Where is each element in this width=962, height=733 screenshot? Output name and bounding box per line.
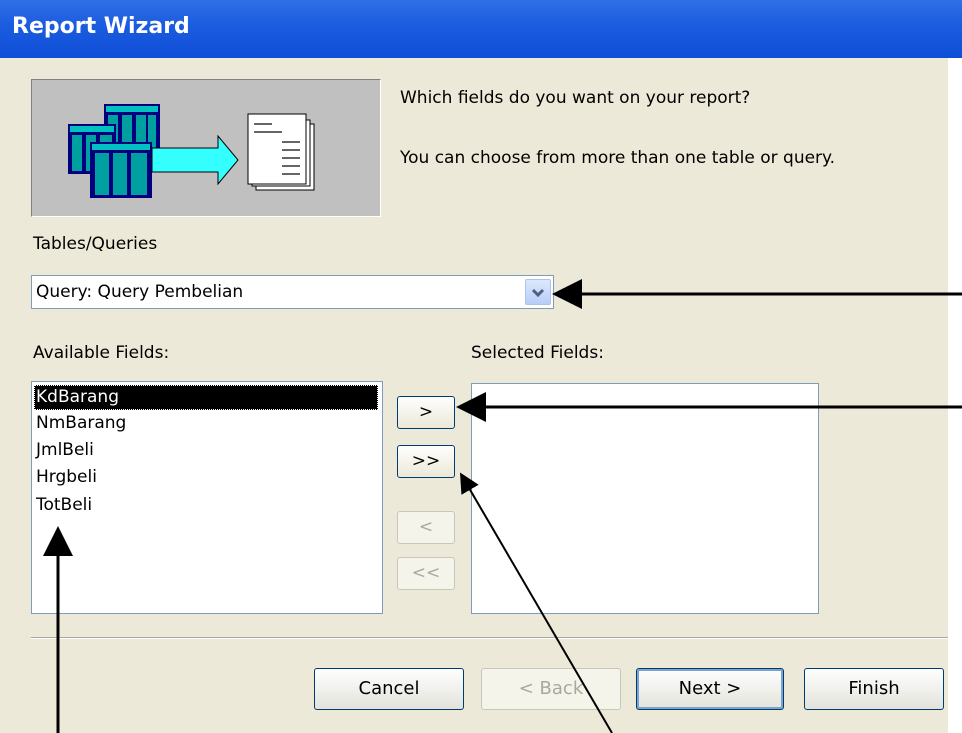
list-item-kdbarang[interactable]: KdBarang <box>34 385 378 410</box>
wizard-illustration <box>31 79 381 217</box>
chevron-down-icon <box>531 288 545 298</box>
list-item-nmbarang[interactable]: NmBarang <box>34 411 378 436</box>
tables-to-report-icon <box>68 104 315 198</box>
back-button[interactable]: < Back <box>481 668 621 710</box>
selected-fields-label: Selected Fields: <box>471 343 604 363</box>
tables-queries-dropdown[interactable]: Query: Query Pembelian <box>31 275 554 309</box>
selected-fields-list[interactable] <box>471 383 819 614</box>
remove-all-button[interactable]: << <box>397 557 455 590</box>
list-item-totbeli[interactable]: TotBeli <box>34 493 378 518</box>
footer-separator <box>31 637 948 639</box>
intro-question: Which fields do you want on your report? <box>400 88 751 108</box>
tables-queries-label: Tables/Queries <box>33 234 158 254</box>
next-button[interactable]: Next > <box>636 668 784 710</box>
window-edge <box>948 58 962 733</box>
title-bar[interactable]: Report Wizard <box>0 0 962 58</box>
tables-queries-value: Query: Query Pembelian <box>36 282 244 302</box>
list-item-jmlbeli[interactable]: JmlBeli <box>34 438 378 463</box>
dropdown-button[interactable] <box>525 279 551 305</box>
cancel-button[interactable]: Cancel <box>314 668 464 710</box>
remove-one-button[interactable]: < <box>397 511 455 544</box>
intro-hint: You can choose from more than one table … <box>400 148 836 168</box>
add-one-button[interactable]: > <box>397 396 455 429</box>
window-title: Report Wizard <box>12 14 190 39</box>
list-item-hrgbeli[interactable]: Hrgbeli <box>34 465 378 490</box>
available-fields-label: Available Fields: <box>33 343 170 363</box>
finish-button[interactable]: Finish <box>804 668 944 710</box>
available-fields-list[interactable]: KdBarang NmBarang JmlBeli Hrgbeli TotBel… <box>31 381 383 614</box>
add-all-button[interactable]: >> <box>397 445 455 478</box>
